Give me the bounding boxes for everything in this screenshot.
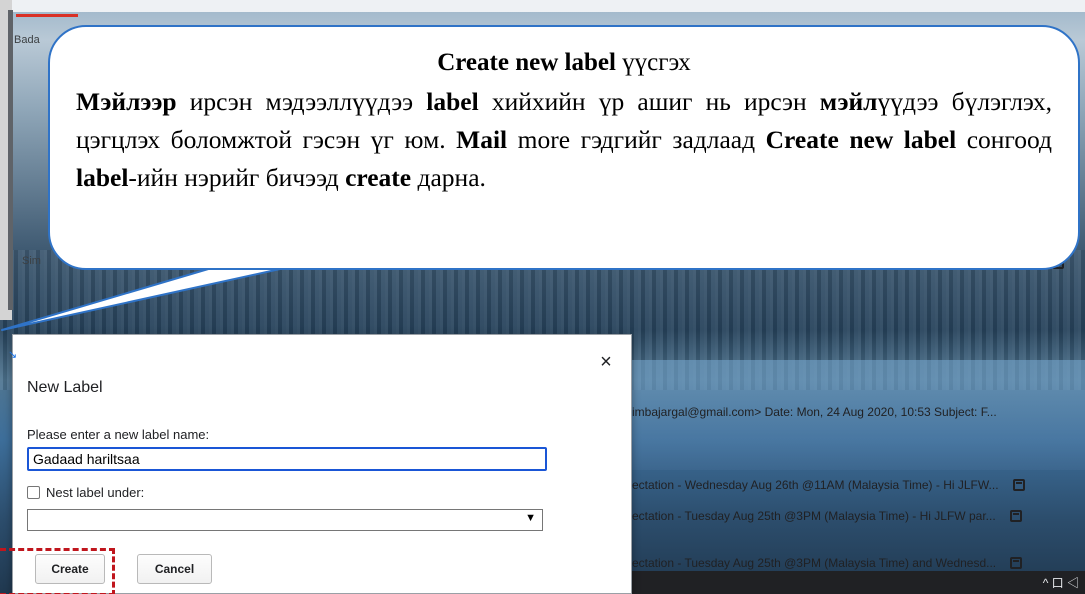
email-row-text: ectation - Tuesday Aug 25th @3PM (Malays…: [632, 509, 996, 523]
callout-text-run: label: [76, 163, 129, 192]
new-label-dialog: × New Label Please enter a new label nam…: [12, 334, 632, 594]
nest-label-text: Nest label under:: [46, 485, 145, 500]
callout-title-bold: Create new label: [437, 49, 616, 76]
instruction-callout: Create new label үүсгэх Мэйлээр ирсэн мэ…: [48, 25, 1080, 270]
callout-text-run: ирсэн мэдээллүүдээ: [176, 87, 427, 116]
mail-label-badge: Bada: [14, 34, 40, 46]
email-row[interactable]: ectation - Tuesday Aug 25th @3PM (Malays…: [632, 553, 1023, 573]
callout-text-run: Мэйлээр: [76, 87, 177, 116]
callout-text-run: дарна.: [411, 163, 486, 192]
calendar-icon[interactable]: [1009, 510, 1022, 522]
nest-label-checkbox[interactable]: [27, 486, 40, 499]
mail-label-sim: Sim: [22, 255, 41, 267]
resize-arrow-icon: ↘: [8, 349, 18, 361]
chevron-down-icon: ▼: [525, 512, 536, 524]
callout-title-rest: үүсгэх: [615, 49, 691, 76]
sidebar-scrollbar[interactable]: [8, 10, 13, 310]
callout-text-run: Create new label: [765, 125, 957, 154]
label-name-input[interactable]: [27, 447, 547, 471]
active-tab-indicator: [16, 14, 78, 17]
calendar-icon[interactable]: [1010, 557, 1023, 569]
system-taskbar: ^ 口 ◁: [632, 571, 1085, 594]
email-row[interactable]: ectation - Tuesday Aug 25th @3PM (Malays…: [632, 506, 1022, 526]
dialog-title: New Label: [27, 379, 103, 396]
callout-text-run: сонгоод: [956, 125, 1052, 154]
email-row-text: ectation - Wednesday Aug 26th @11AM (Mal…: [632, 478, 999, 492]
callout-text-run: create: [345, 163, 412, 192]
callout-text-run: хийхийн үр ашиг нь ирсэн: [478, 87, 820, 116]
label-name-prompt: Please enter a new label name:: [27, 427, 210, 442]
email-row-text: imbajargal@gmail.com> Date: Mon, 24 Aug …: [632, 405, 997, 419]
create-button[interactable]: Create: [35, 554, 105, 584]
callout-title: Create new label үүсгэх: [76, 47, 1052, 79]
parent-label-select[interactable]: ▼: [27, 509, 543, 531]
callout-text-run: label: [426, 87, 479, 116]
nest-label-row: Nest label under:: [27, 485, 144, 500]
callout-text-run: -ийн нэрийг бичээд: [128, 163, 346, 192]
gmail-top-strip: [12, 0, 1085, 12]
callout-text-run: Mail: [456, 125, 508, 154]
callout-body: Мэйлээр ирсэн мэдээллүүдээ label хийхийн…: [76, 83, 1052, 197]
close-button[interactable]: ×: [597, 352, 615, 372]
callout-text-run: мэйл: [819, 87, 878, 116]
email-row[interactable]: imbajargal@gmail.com> Date: Mon, 24 Aug …: [632, 402, 997, 422]
tray-icons[interactable]: ^ 口 ◁: [1043, 574, 1079, 591]
cancel-button[interactable]: Cancel: [137, 554, 212, 584]
callout-text-run: more гэдгийг задлаад: [507, 125, 766, 154]
calendar-icon[interactable]: [1012, 479, 1025, 491]
email-row-text: ectation - Tuesday Aug 25th @3PM (Malays…: [632, 556, 997, 570]
email-row[interactable]: ectation - Wednesday Aug 26th @11AM (Mal…: [632, 475, 1025, 495]
